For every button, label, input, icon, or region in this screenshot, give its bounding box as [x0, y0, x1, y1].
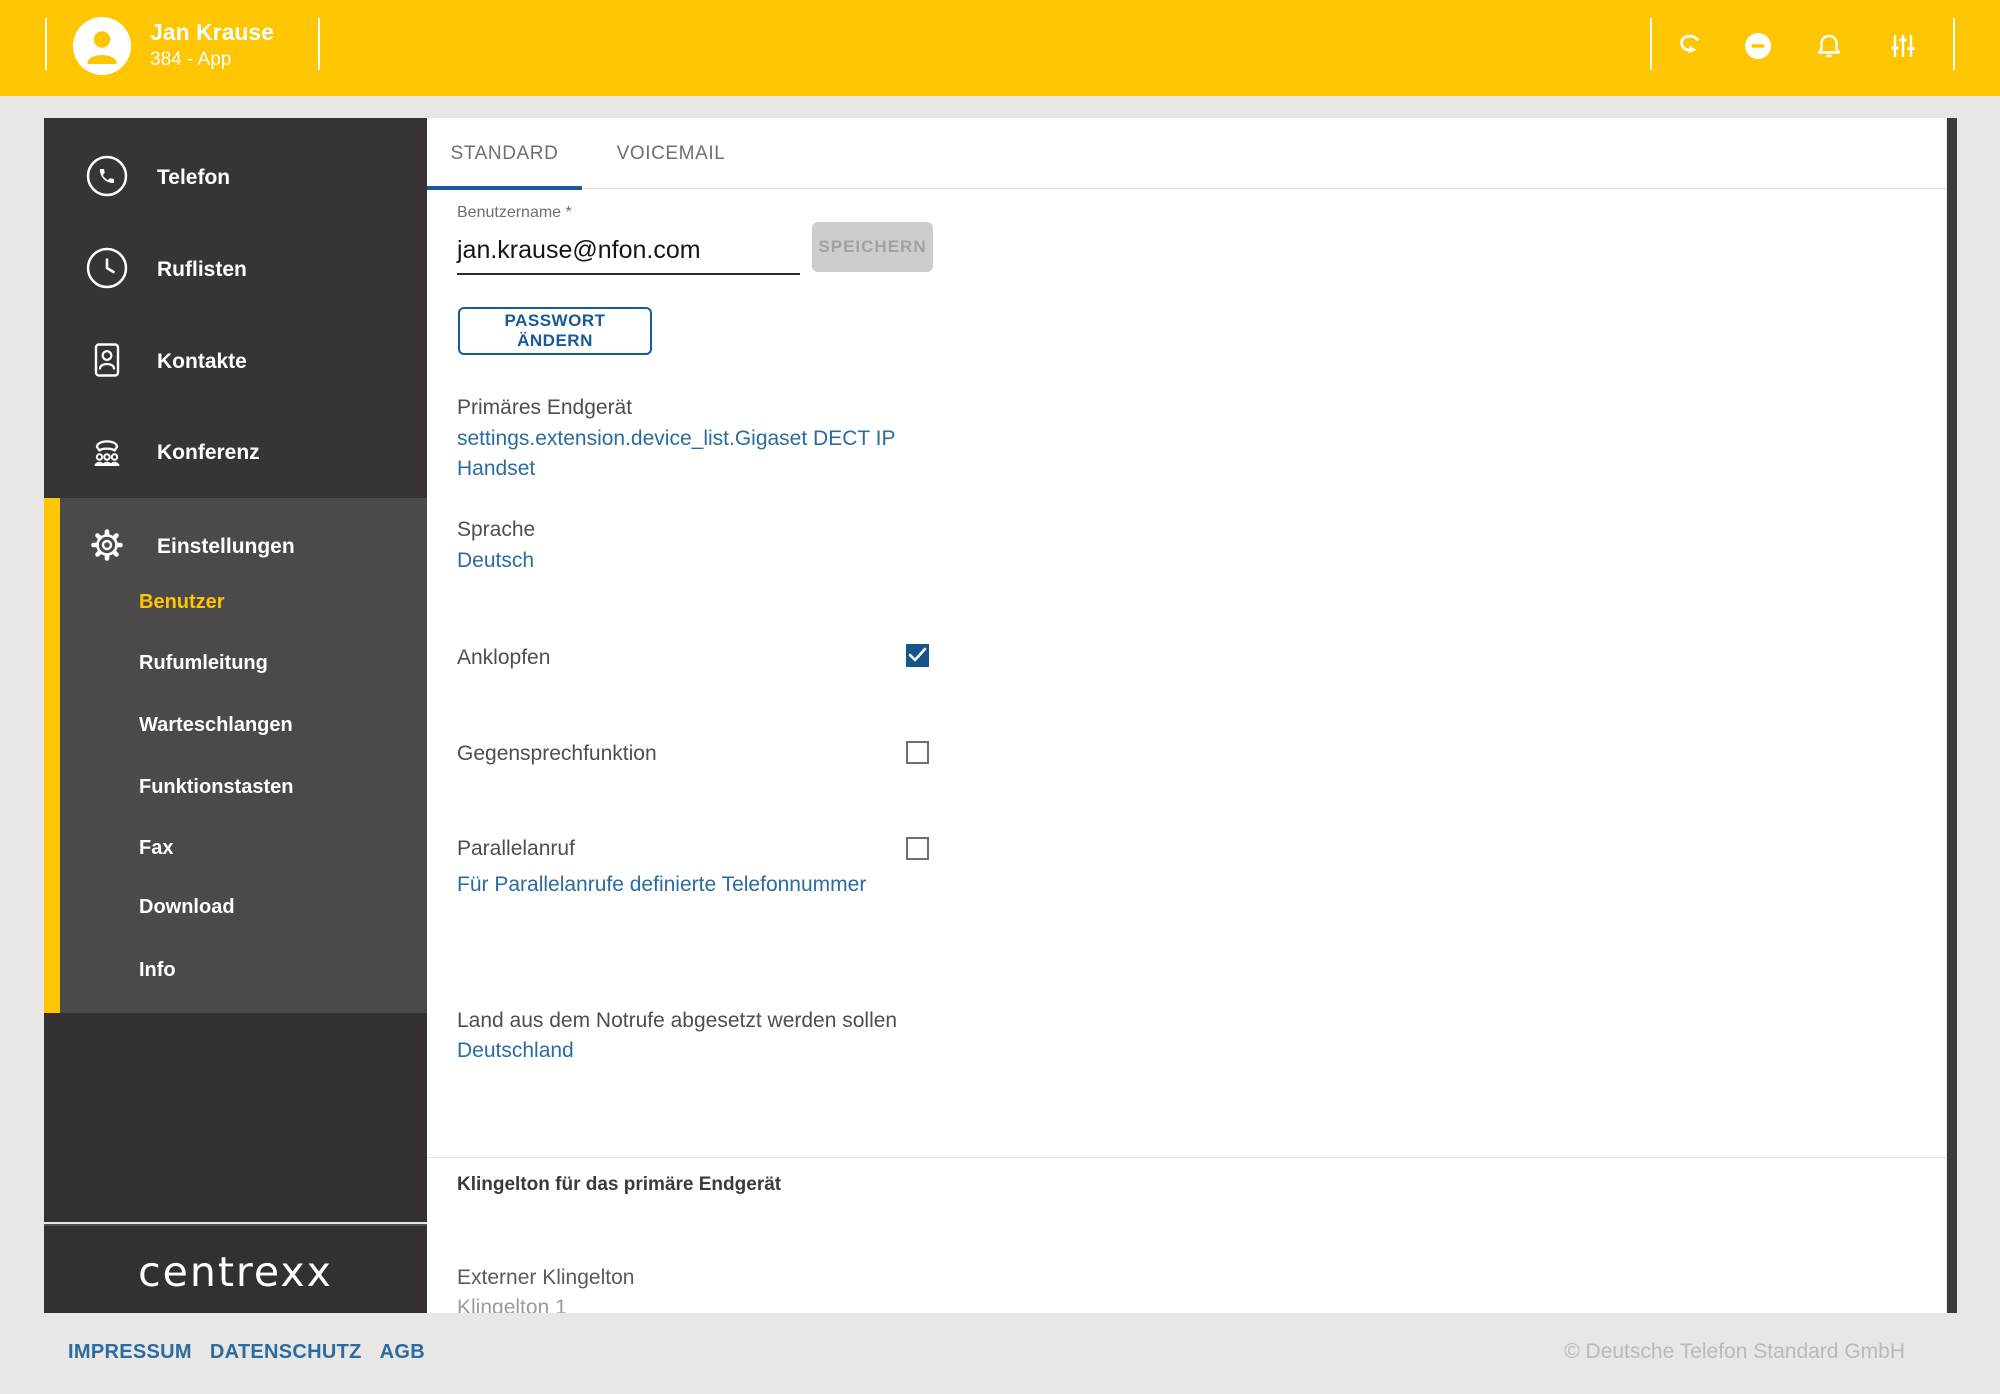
- external-ringtone-label: Externer Klingelton: [457, 1263, 634, 1293]
- username-input-underline: [457, 273, 800, 275]
- sidebar-subitem-info[interactable]: Info: [139, 956, 176, 984]
- sidebar-item-label: Einstellungen: [157, 535, 295, 559]
- save-button[interactable]: SPEICHERN: [812, 222, 933, 272]
- vertical-scrollbar[interactable]: [1947, 118, 1957, 1313]
- header-divider: [45, 18, 47, 70]
- header-divider: [1953, 18, 1955, 70]
- external-ringtone-value[interactable]: Klingelton 1: [457, 1293, 567, 1313]
- avatar[interactable]: [73, 17, 131, 75]
- sidebar-item-ruflisten[interactable]: Ruflisten: [85, 248, 247, 292]
- sidebar-item-einstellungen[interactable]: Einstellungen: [85, 525, 295, 569]
- call-waiting-checkbox[interactable]: [906, 644, 929, 667]
- footer-link-datenschutz[interactable]: DATENSCHUTZ: [210, 1341, 362, 1364]
- sidebar-settings-section: [44, 498, 427, 1013]
- tune-icon[interactable]: [1886, 29, 1920, 63]
- sidebar-lower: [44, 1013, 427, 1222]
- check-icon: [908, 647, 927, 663]
- gear-icon: [85, 523, 129, 572]
- sidebar-subitem-warteschlangen[interactable]: Warteschlangen: [139, 711, 293, 739]
- tab-standard[interactable]: STANDARD: [427, 118, 582, 189]
- tab-voicemail[interactable]: VOICEMAIL: [582, 118, 760, 189]
- copyright-text: © Deutsche Telefon Standard GmbH: [1564, 1340, 1905, 1364]
- user-name: Jan Krause: [150, 17, 274, 47]
- phone-icon: [85, 154, 129, 203]
- sidebar-item-label: Konferenz: [157, 441, 260, 465]
- do-not-disturb-icon[interactable]: [1741, 29, 1775, 63]
- primary-device-label: Primäres Endgerät: [457, 393, 632, 423]
- username-input[interactable]: jan.krause@nfon.com: [457, 236, 701, 265]
- app-window: Jan Krause 384 - App: [0, 0, 2000, 1394]
- emergency-country-label: Land aus dem Notrufe abgesetzt werden so…: [457, 1006, 897, 1036]
- sidebar-item-label: Telefon: [157, 166, 230, 190]
- sidebar-subitem-benutzer[interactable]: Benutzer: [139, 588, 225, 616]
- conference-icon: [85, 429, 129, 478]
- top-bar: Jan Krause 384 - App: [0, 0, 2000, 96]
- tab-bar: STANDARD VOICEMAIL: [427, 118, 1946, 189]
- primary-device-link[interactable]: settings.extension.device_list.Gigaset D…: [457, 424, 977, 484]
- footer-link-impressum[interactable]: IMPRESSUM: [68, 1341, 192, 1364]
- sidebar-item-konferenz[interactable]: Konferenz: [85, 431, 260, 475]
- sidebar-item-label: Ruflisten: [157, 258, 247, 282]
- centrexx-logo: centrexx: [44, 1248, 427, 1296]
- parallel-call-label: Parallelanruf: [457, 834, 575, 864]
- change-password-button[interactable]: PASSWORT ÄNDERN: [458, 307, 652, 355]
- active-tab-indicator: [427, 186, 582, 190]
- intercom-checkbox[interactable]: [906, 741, 929, 764]
- footer-links: IMPRESSUM DATENSCHUTZ AGB: [68, 1341, 425, 1364]
- sidebar-subitem-funktionstasten[interactable]: Funktionstasten: [139, 773, 293, 801]
- user-extension: 384 - App: [150, 47, 231, 73]
- username-label: Benutzername *: [457, 204, 572, 222]
- sidebar-item-label: Kontakte: [157, 350, 247, 374]
- redirect-icon[interactable]: [1671, 29, 1705, 63]
- language-link[interactable]: Deutsch: [457, 546, 534, 576]
- content-panel: STANDARD VOICEMAIL Benutzername * jan.kr…: [427, 118, 1946, 1313]
- ringtone-section-title: Klingelton für das primäre Endgerät: [457, 1172, 781, 1198]
- sidebar-item-telefon[interactable]: Telefon: [85, 156, 230, 200]
- footer-link-agb[interactable]: AGB: [380, 1341, 425, 1364]
- header-divider: [1650, 18, 1652, 70]
- active-section-bar: [44, 498, 60, 1013]
- sidebar-subitem-rufumleitung[interactable]: Rufumleitung: [139, 649, 268, 677]
- contacts-icon: [85, 338, 129, 387]
- sidebar-subitem-fax[interactable]: Fax: [139, 834, 173, 862]
- notifications-icon[interactable]: [1812, 29, 1846, 63]
- emergency-country-link[interactable]: Deutschland: [457, 1036, 574, 1066]
- section-divider: [427, 1157, 1946, 1158]
- parallel-call-link[interactable]: Für Parallelanrufe definierte Telefonnum…: [457, 870, 866, 900]
- sidebar-subitem-download[interactable]: Download: [139, 893, 235, 921]
- call-waiting-label: Anklopfen: [457, 643, 550, 673]
- sidebar-logo-block: centrexx: [44, 1224, 427, 1313]
- parallel-call-checkbox[interactable]: [906, 837, 929, 860]
- clock-icon: [85, 246, 129, 295]
- person-icon: [73, 17, 131, 75]
- header-divider: [318, 18, 320, 70]
- intercom-label: Gegensprechfunktion: [457, 739, 657, 769]
- sidebar-item-kontakte[interactable]: Kontakte: [85, 340, 247, 384]
- language-label: Sprache: [457, 515, 535, 545]
